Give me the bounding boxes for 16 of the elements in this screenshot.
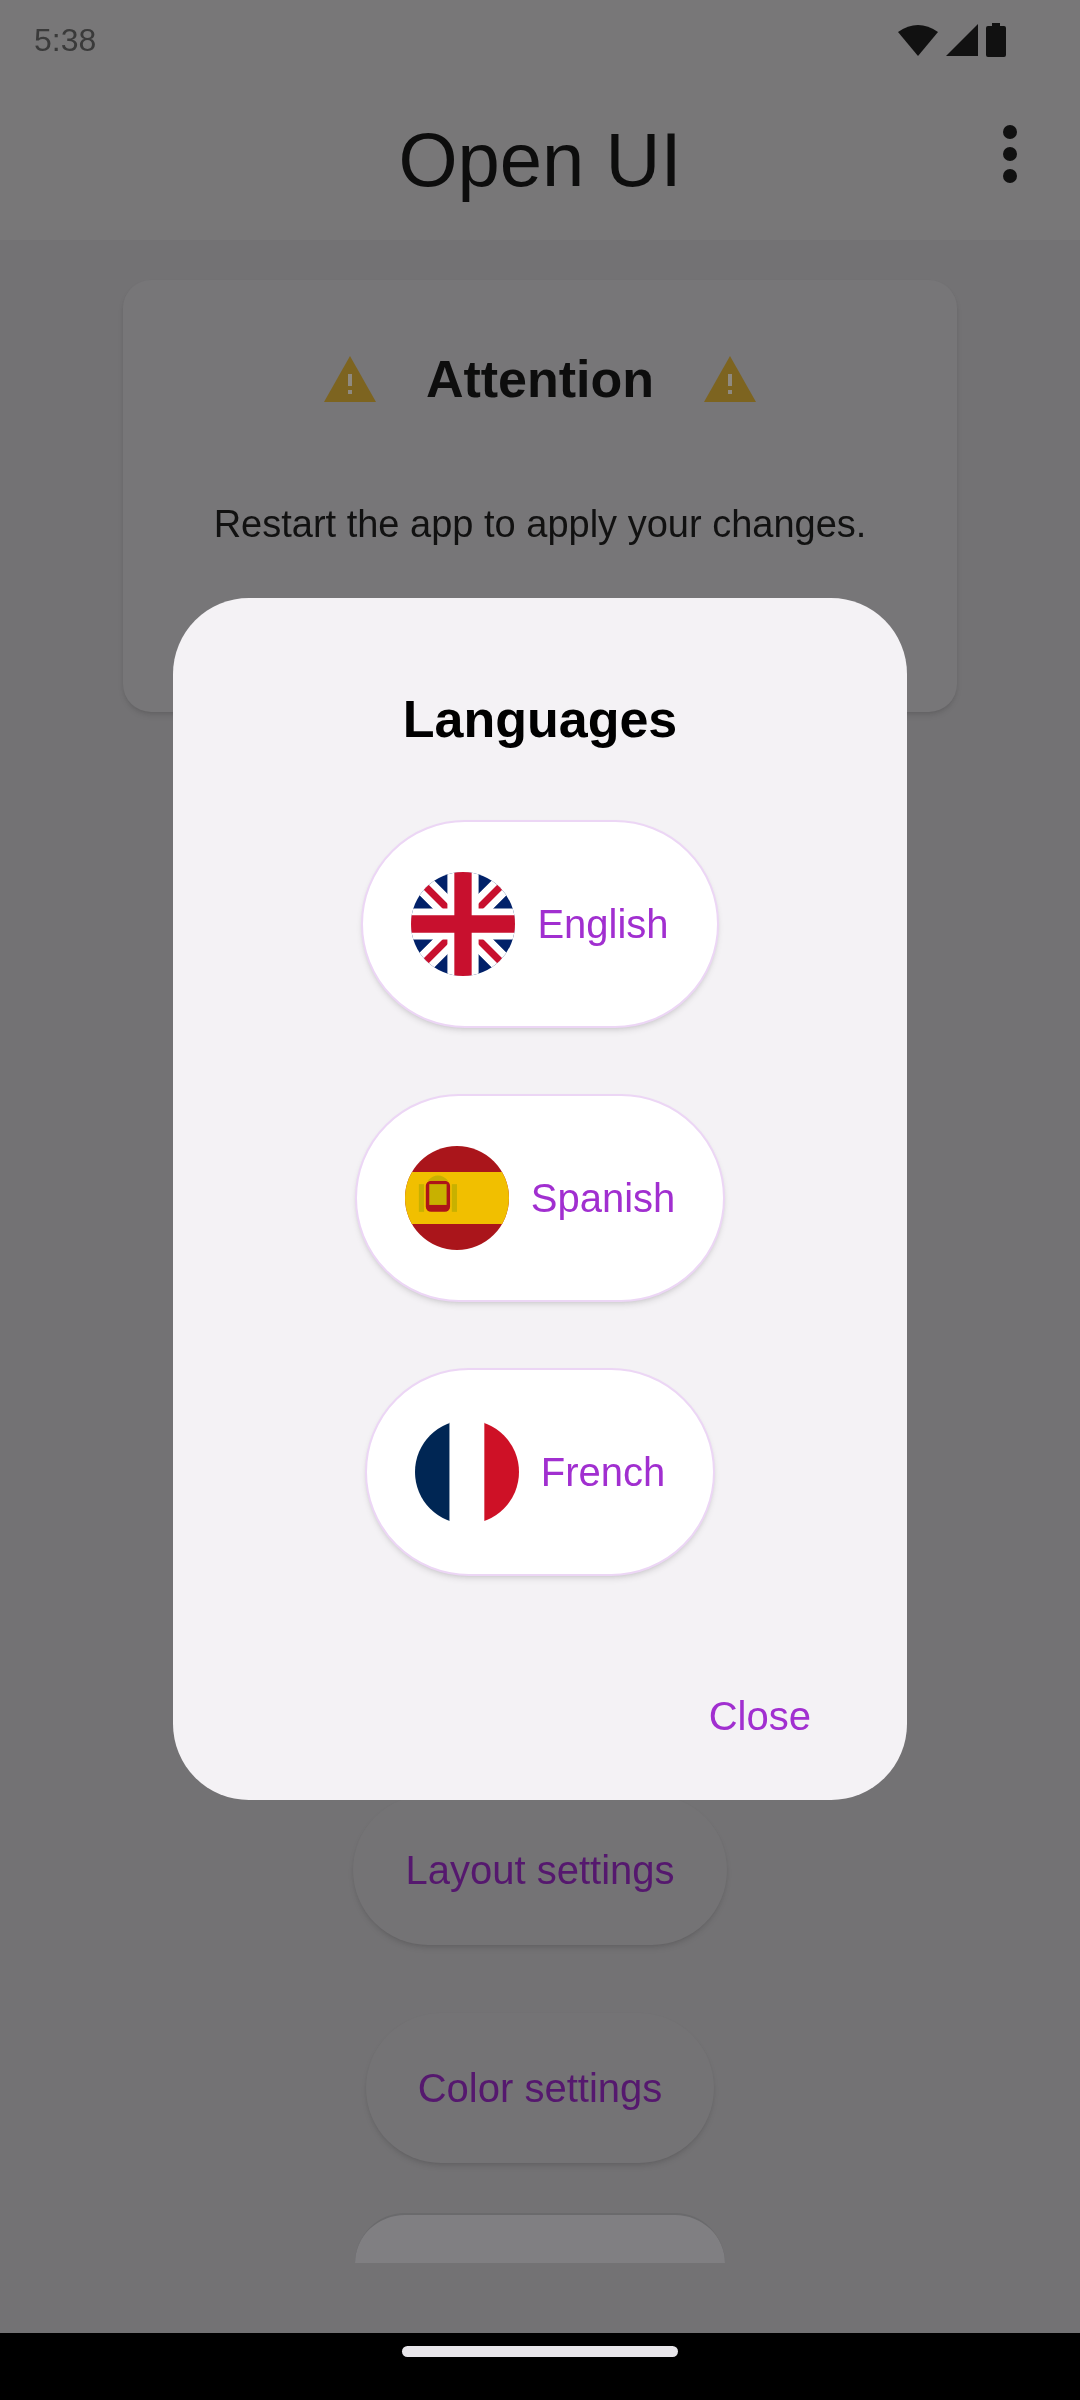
warning-icon: [323, 356, 376, 402]
close-button[interactable]: Close: [702, 1686, 817, 1746]
language-button[interactable]: French: [364, 1368, 716, 1576]
battery-icon: [986, 23, 1006, 57]
app-title: Open UI: [398, 116, 682, 204]
language-button[interactable]: Spanish: [354, 1094, 726, 1302]
dialog-title: Languages: [402, 689, 678, 750]
attention-title: Attention: [425, 349, 655, 410]
flag-icon: [414, 1420, 519, 1524]
more-menu-icon[interactable]: [1002, 124, 1018, 184]
attention-message: Restart the app to apply your changes.: [213, 502, 867, 547]
wifi-icon: [898, 24, 938, 56]
language-button[interactable]: English: [361, 820, 719, 1028]
warning-icon: [704, 356, 757, 402]
status-time: 5:38: [34, 21, 97, 60]
signal-icon: [946, 24, 978, 56]
